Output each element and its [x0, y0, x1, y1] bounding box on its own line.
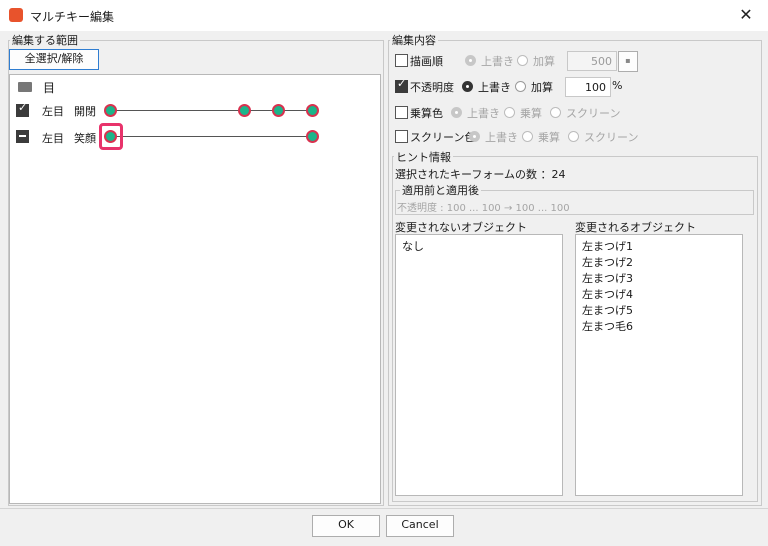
draw-order-spin-button[interactable]: ▪	[618, 51, 638, 72]
changed-objects-list[interactable]: 左まつげ1 左まつげ2 左まつげ3 左まつげ4 左まつげ5 左まつ毛6	[575, 234, 743, 496]
before-after-legend: 適用前と適用後	[400, 182, 481, 198]
draw-order-add-radio[interactable]	[517, 55, 528, 66]
screen-overwrite-label: 上書き	[485, 131, 518, 144]
select-all-button[interactable]: 全選択/解除	[9, 49, 99, 70]
screen-color-label: スクリーン色	[410, 131, 476, 144]
unchanged-objects-list[interactable]: なし	[395, 234, 563, 496]
row-part-label: 左目	[42, 132, 64, 145]
screen-color-checkbox[interactable]	[395, 130, 408, 143]
screen-multiply-label: 乗算	[538, 131, 560, 144]
opacity-overwrite-label: 上書き	[478, 81, 511, 94]
multiply-multiply-label: 乗算	[520, 107, 542, 120]
close-icon[interactable]: ✕	[736, 4, 756, 26]
screen-overwrite-radio[interactable]	[469, 131, 480, 142]
partial-mark-icon	[19, 135, 26, 137]
keyform-dot[interactable]	[238, 104, 251, 117]
check-mark-icon: ✓	[397, 77, 407, 90]
row-part-label: 左目	[42, 105, 64, 118]
ok-button[interactable]: OK	[312, 515, 380, 537]
multiply-color-checkbox[interactable]	[395, 106, 408, 119]
keyform-track-line	[110, 136, 314, 137]
list-item: 左まつげ2	[582, 256, 633, 269]
keyform-dot[interactable]	[306, 104, 319, 117]
folder-icon	[18, 82, 32, 92]
unchanged-objects-header: 変更されないオブジェクト	[395, 221, 527, 234]
title-bar	[0, 0, 768, 31]
opacity-value-field[interactable]: 100	[565, 77, 611, 97]
dialog-footer	[0, 508, 768, 546]
draw-order-label: 描画順	[410, 55, 443, 68]
app-logo-icon	[9, 8, 23, 22]
multiply-multiply-radio[interactable]	[504, 107, 515, 118]
list-item: 左まつげ1	[582, 240, 633, 253]
before-after-text: 不透明度 : 100 ... 100 → 100 ... 100	[397, 203, 570, 214]
draw-order-overwrite-label: 上書き	[481, 55, 514, 68]
multiply-color-label: 乗算色	[410, 107, 443, 120]
check-mark-icon: ✓	[18, 101, 28, 114]
draw-order-overwrite-radio[interactable]	[465, 55, 476, 66]
opacity-label: 不透明度	[410, 81, 454, 94]
hint-legend: ヒント情報	[394, 149, 453, 165]
changed-objects-header: 変更されるオブジェクト	[575, 221, 696, 234]
opacity-unit-label: %	[612, 79, 623, 92]
multiply-overwrite-label: 上書き	[467, 107, 500, 120]
keyform-dot-selected[interactable]	[104, 130, 117, 143]
draw-order-add-label: 加算	[533, 55, 555, 68]
keyform-count-text: 選択されたキーフォームの数 ：24	[395, 168, 566, 181]
list-item: 左まつげ3	[582, 272, 633, 285]
window-title: マルチキー編集	[30, 10, 115, 24]
opacity-overwrite-radio[interactable]	[462, 81, 473, 92]
edit-range-legend: 編集する範囲	[10, 32, 80, 48]
multiply-screen-radio[interactable]	[550, 107, 561, 118]
multiply-overwrite-radio[interactable]	[451, 107, 462, 118]
screen-multiply-radio[interactable]	[522, 131, 533, 142]
row-param-label: 開閉	[74, 105, 96, 118]
draw-order-checkbox[interactable]	[395, 54, 408, 67]
list-item: 左まつ毛6	[582, 320, 633, 333]
row-param-label: 笑顔	[74, 132, 96, 145]
multiply-screen-label: スクリーン	[566, 107, 621, 120]
opacity-add-radio[interactable]	[515, 81, 526, 92]
folder-label: 目	[43, 81, 56, 95]
screen-screen-label: スクリーン	[584, 131, 639, 144]
screen-screen-radio[interactable]	[568, 131, 579, 142]
cancel-button[interactable]: Cancel	[386, 515, 454, 537]
list-item: なし	[402, 240, 424, 253]
draw-order-value-field[interactable]: 500	[567, 51, 617, 71]
keyform-dot[interactable]	[104, 104, 117, 117]
edit-content-legend: 編集内容	[390, 32, 438, 48]
opacity-add-label: 加算	[531, 81, 553, 94]
keyform-dot[interactable]	[306, 130, 319, 143]
keyform-dot[interactable]	[272, 104, 285, 117]
list-item: 左まつげ5	[582, 304, 633, 317]
list-item: 左まつげ4	[582, 288, 633, 301]
